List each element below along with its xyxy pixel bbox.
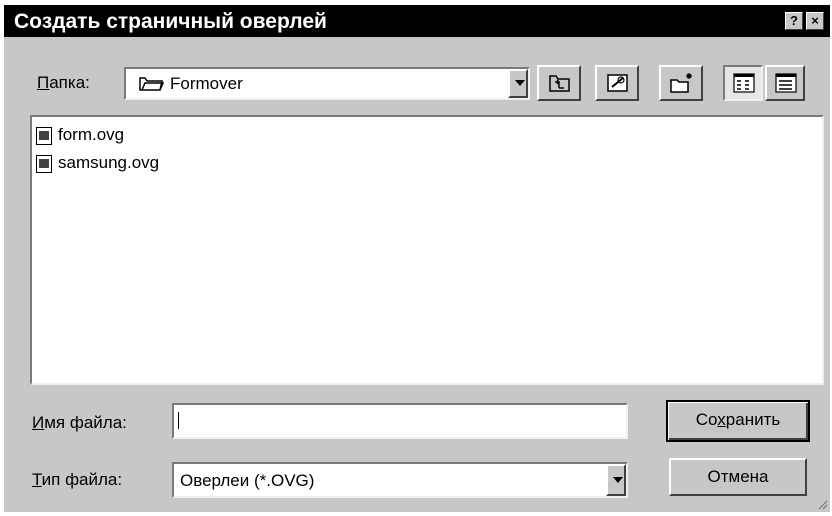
- folder-label-text: апка:: [49, 73, 90, 92]
- ovg-file-icon: [36, 155, 52, 173]
- save-overlay-dialog: Создать страничный оверлей ? × Папка: Fo…: [4, 5, 830, 512]
- filename-label: Имя файла:: [32, 413, 127, 433]
- save-button[interactable]: Сохранить: [666, 400, 810, 442]
- help-button[interactable]: ?: [785, 12, 803, 30]
- details-view-button[interactable]: [765, 65, 805, 101]
- text-cursor: [178, 412, 179, 429]
- up-one-level-button[interactable]: [537, 65, 581, 101]
- list-view-icon: [733, 73, 755, 93]
- cancel-button-label: Отмена: [707, 467, 769, 486]
- filename-label-text: мя файла:: [44, 413, 127, 432]
- file-name: form.ovg: [58, 125, 125, 144]
- filetype-value: Оверлеи (*.OVG): [180, 471, 315, 490]
- filetype-combobox[interactable]: Оверлеи (*.OVG): [172, 462, 628, 498]
- title-bar[interactable]: Создать страничный оверлей ? ×: [4, 5, 830, 37]
- up-one-level-icon: [549, 75, 570, 92]
- desktop-icon: [607, 74, 628, 92]
- save-label-start: Со: [695, 410, 718, 429]
- resize-grip-icon[interactable]: [816, 498, 828, 510]
- new-folder-button[interactable]: [659, 65, 703, 101]
- cancel-button[interactable]: Отмена: [669, 458, 807, 496]
- filetype-label-accel: Т: [32, 470, 42, 489]
- save-label-end: ранить: [725, 410, 781, 429]
- folder-label-accel: П: [37, 73, 50, 92]
- file-name: samsung.ovg: [58, 153, 160, 172]
- folder-value: Formover: [170, 74, 243, 93]
- desktop-button[interactable]: [595, 65, 639, 101]
- folder-dropdown-button[interactable]: [508, 69, 528, 98]
- filename-label-accel: И: [32, 413, 45, 432]
- save-label-accel: х: [717, 410, 726, 429]
- folder-label: Папка:: [37, 73, 90, 93]
- save-button-label: Сохранить: [668, 410, 808, 430]
- dialog-title: Создать страничный оверлей: [14, 10, 327, 33]
- ovg-file-icon: [36, 127, 52, 145]
- close-button[interactable]: ×: [806, 12, 824, 30]
- chevron-down-icon: [613, 477, 623, 483]
- filetype-dropdown-button[interactable]: [606, 464, 626, 496]
- list-view-button[interactable]: [723, 65, 763, 101]
- details-view-icon: [775, 73, 797, 93]
- file-list[interactable]: form.ovg samsung.ovg: [30, 115, 824, 385]
- folder-icon: [139, 77, 164, 91]
- new-folder-icon: [670, 73, 692, 93]
- filetype-label-text: ип файла:: [41, 470, 123, 489]
- chevron-down-icon: [515, 80, 525, 86]
- filetype-label: Тип файла:: [32, 470, 122, 490]
- filename-input[interactable]: [172, 403, 628, 439]
- folder-combobox[interactable]: Formover: [124, 67, 530, 100]
